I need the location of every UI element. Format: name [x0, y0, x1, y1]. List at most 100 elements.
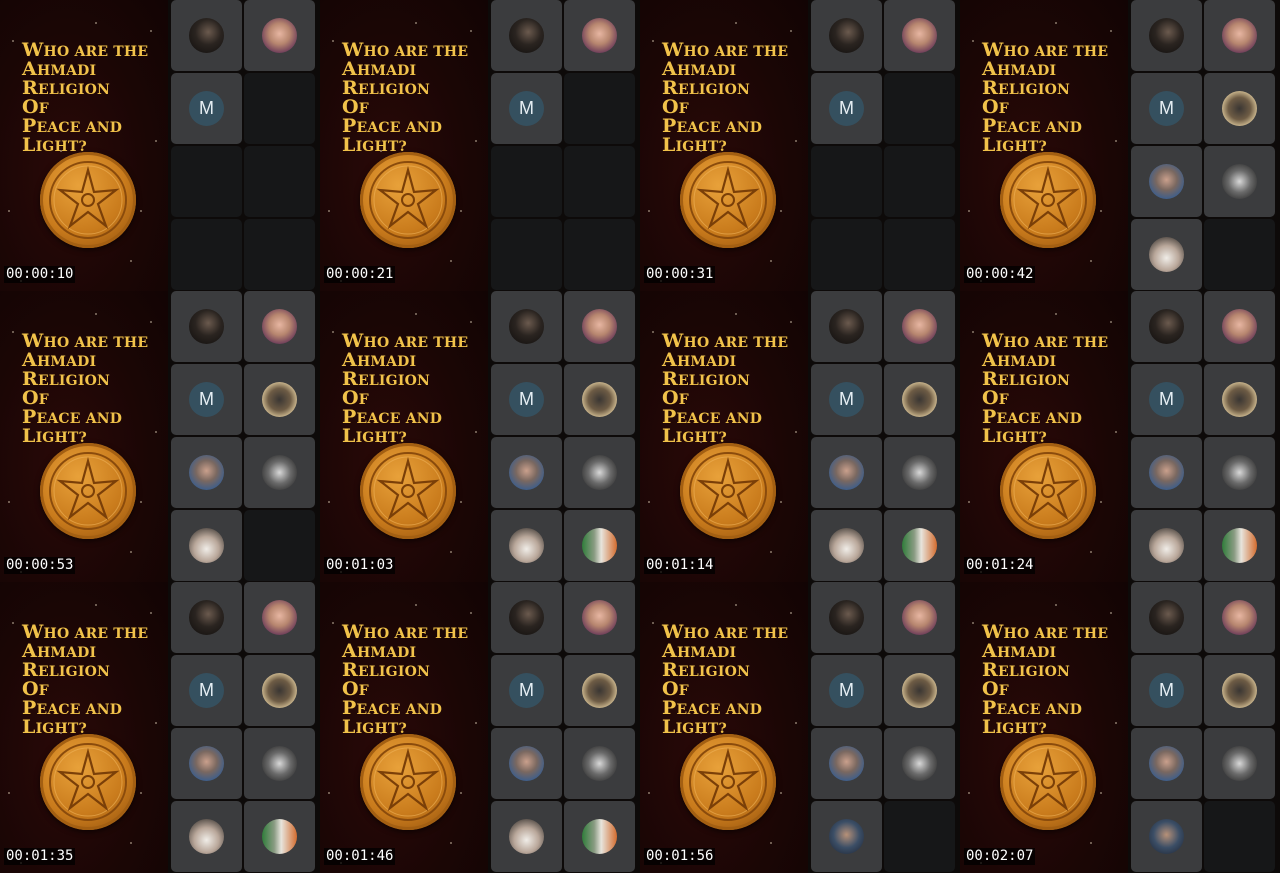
participant-tile[interactable]: M: [491, 655, 562, 726]
participant-tile[interactable]: [491, 801, 562, 872]
participant-tile[interactable]: M: [171, 73, 242, 144]
participant-tile[interactable]: [884, 437, 955, 508]
participant-tile[interactable]: [1131, 728, 1202, 799]
participant-tile[interactable]: [491, 291, 562, 362]
participant-tile[interactable]: [564, 582, 635, 653]
participant-tile[interactable]: [564, 437, 635, 508]
participant-tile[interactable]: [491, 0, 562, 71]
participant-tile[interactable]: [244, 582, 315, 653]
star-sparkle: [780, 210, 782, 212]
participant-tile[interactable]: M: [811, 655, 882, 726]
participant-tile[interactable]: [171, 291, 242, 362]
video-frame[interactable]: Who are the Ahmadi Religion Of Peace and Ligh…: [0, 291, 320, 582]
participant-tile[interactable]: [244, 291, 315, 362]
participant-tile[interactable]: [171, 582, 242, 653]
video-frame[interactable]: Who are the Ahmadi Religion Of Peace and Ligh…: [0, 582, 320, 873]
video-frame[interactable]: Who are the Ahmadi Religion Of Peace and Ligh…: [640, 0, 960, 291]
star-sparkle: [648, 792, 650, 794]
participant-tile[interactable]: [1204, 655, 1275, 726]
participant-tile[interactable]: [564, 0, 635, 71]
video-frame[interactable]: Who are the Ahmadi Religion Of Peace and Ligh…: [960, 0, 1280, 291]
participant-tile[interactable]: [1131, 291, 1202, 362]
participant-tile[interactable]: [171, 801, 242, 872]
participant-tile[interactable]: [244, 728, 315, 799]
participant-tile[interactable]: [1131, 801, 1202, 872]
participant-tile[interactable]: [244, 364, 315, 435]
participant-tile[interactable]: [811, 510, 882, 581]
participant-tile[interactable]: [171, 0, 242, 71]
participant-tile[interactable]: [1204, 437, 1275, 508]
participant-tile[interactable]: [1204, 582, 1275, 653]
video-frame[interactable]: Who are the Ahmadi Religion Of Peace and Ligh…: [960, 291, 1280, 582]
video-frame[interactable]: Who are the Ahmadi Religion Of Peace and Ligh…: [640, 582, 960, 873]
participant-tile[interactable]: [1131, 146, 1202, 217]
participant-tile[interactable]: M: [1131, 73, 1202, 144]
participant-tile[interactable]: M: [491, 364, 562, 435]
title-line: Ahmadi: [662, 349, 737, 371]
participant-tile[interactable]: M: [171, 655, 242, 726]
video-frame[interactable]: Who are the Ahmadi Religion Of Peace and Ligh…: [320, 291, 640, 582]
participant-tile[interactable]: [491, 728, 562, 799]
participant-tile[interactable]: M: [171, 364, 242, 435]
participant-tile[interactable]: [491, 437, 562, 508]
participant-tile[interactable]: [491, 582, 562, 653]
participant-tile[interactable]: M: [1131, 655, 1202, 726]
participant-tile[interactable]: [244, 437, 315, 508]
participant-tile[interactable]: [811, 437, 882, 508]
participant-tile[interactable]: [1204, 291, 1275, 362]
participant-tile[interactable]: [811, 291, 882, 362]
participant-tile[interactable]: [564, 801, 635, 872]
participant-tile[interactable]: [884, 364, 955, 435]
participant-tile[interactable]: M: [811, 73, 882, 144]
participant-tile[interactable]: [244, 801, 315, 872]
participant-tile[interactable]: M: [1131, 364, 1202, 435]
photo-woman-flower-crown-avatar: [902, 18, 937, 53]
participant-tile[interactable]: [884, 510, 955, 581]
video-frame[interactable]: Who are the Ahmadi Religion Of Peace and Ligh…: [320, 0, 640, 291]
participant-tile[interactable]: [171, 510, 242, 581]
participant-tile[interactable]: [1131, 219, 1202, 290]
participant-tile[interactable]: [1131, 582, 1202, 653]
participant-tile[interactable]: [884, 655, 955, 726]
participant-tile[interactable]: [564, 728, 635, 799]
participant-tile[interactable]: M: [811, 364, 882, 435]
participant-tile[interactable]: [564, 364, 635, 435]
participant-tile[interactable]: [564, 655, 635, 726]
participant-tile[interactable]: [171, 437, 242, 508]
participant-tile[interactable]: [884, 582, 955, 653]
participant-tile[interactable]: [811, 0, 882, 71]
participant-tile[interactable]: [491, 510, 562, 581]
participant-tile[interactable]: [1131, 437, 1202, 508]
video-frame[interactable]: Who are the Ahmadi Religion Of Peace and Ligh…: [320, 582, 640, 873]
video-frame[interactable]: Who are the Ahmadi Religion Of Peace and Ligh…: [960, 582, 1280, 873]
participant-tile[interactable]: [171, 728, 242, 799]
participant-tile[interactable]: [884, 728, 955, 799]
participant-tile[interactable]: [564, 291, 635, 362]
participant-tile[interactable]: [811, 728, 882, 799]
participant-tile[interactable]: [1204, 364, 1275, 435]
empty-participant-tile: [171, 146, 242, 217]
participant-tile[interactable]: [1204, 73, 1275, 144]
participant-tile[interactable]: [884, 291, 955, 362]
participant-tile[interactable]: [1204, 510, 1275, 581]
participant-tile[interactable]: [1131, 0, 1202, 71]
participant-tile[interactable]: M: [491, 73, 562, 144]
photo-woman-flower-crown-avatar: [262, 309, 297, 344]
participant-tile[interactable]: [1131, 510, 1202, 581]
participant-tile[interactable]: [244, 0, 315, 71]
avatar-letter: M: [1149, 673, 1184, 708]
participant-grid: M: [171, 291, 316, 582]
participant-tile[interactable]: [244, 655, 315, 726]
participant-tile[interactable]: [811, 801, 882, 872]
participant-tile[interactable]: [811, 582, 882, 653]
participant-tile[interactable]: [1204, 0, 1275, 71]
star-sparkle: [415, 604, 417, 606]
participant-tile[interactable]: [1204, 728, 1275, 799]
photo-dark-hair-avatar: [829, 600, 864, 635]
participant-tile[interactable]: [884, 0, 955, 71]
video-frame[interactable]: Who are the Ahmadi Religion Of Peace and Ligh…: [0, 0, 320, 291]
video-frame[interactable]: Who are the Ahmadi Religion Of Peace and Ligh…: [640, 291, 960, 582]
bronze-seal-icon: [680, 443, 776, 539]
participant-tile[interactable]: [564, 510, 635, 581]
participant-tile[interactable]: [1204, 146, 1275, 217]
